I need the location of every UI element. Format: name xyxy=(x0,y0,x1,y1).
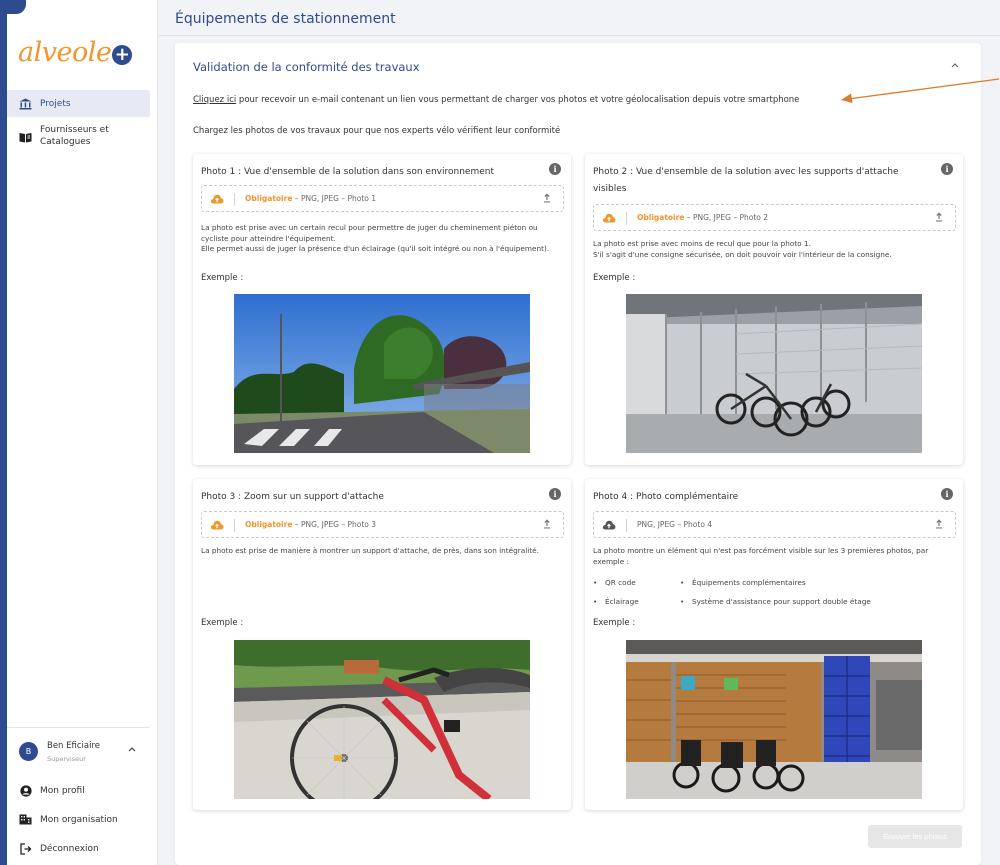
profile-link-label: Mon profil xyxy=(40,785,85,796)
cloud-upload-icon xyxy=(210,520,224,532)
separator xyxy=(626,519,627,532)
top-bar: Équipements de stationnement xyxy=(158,0,1000,36)
sidebar-item-label: Fournisseurs et Catalogues xyxy=(40,125,109,147)
required-label: Obligatoire xyxy=(245,520,293,529)
sidebar-item-projets[interactable]: Projets xyxy=(7,90,150,117)
email-instruction: Cliquez ici pour recevoir un e-mail cont… xyxy=(193,95,799,105)
separator xyxy=(234,193,235,206)
required-label: Obligatoire xyxy=(637,213,685,222)
info-icon[interactable]: i xyxy=(941,488,953,500)
annotation-arrow-icon xyxy=(840,78,1000,108)
organisation-link-label: Mon organisation xyxy=(40,814,118,825)
user-menu[interactable]: B Ben Eficiaire Superviseur xyxy=(7,727,150,773)
cloud-upload-icon xyxy=(210,194,224,206)
photo-2-upload[interactable]: Obligatoire – PNG, JPEG – Photo 2 xyxy=(593,204,956,231)
photo-3-upload[interactable]: Obligatoire – PNG, JPEG – Photo 3 xyxy=(201,511,564,538)
book-icon xyxy=(18,130,32,144)
info-icon[interactable]: i xyxy=(941,163,953,175)
list-item: QR code xyxy=(593,578,636,587)
upload-arrow-icon xyxy=(543,519,551,531)
user-name: Ben Eficiaire xyxy=(47,741,101,751)
sidebar-item-label: Projets xyxy=(40,98,71,109)
sidebar-edge xyxy=(0,0,7,865)
example-photo xyxy=(626,294,922,453)
formats-label: – PNG, JPEG – Photo 3 xyxy=(292,520,377,529)
card-title: Photo 3 : Zoom sur un support d'attache xyxy=(201,492,384,502)
app-logo[interactable]: alveole + xyxy=(18,37,133,68)
formats-label: PNG, JPEG – Photo 4 xyxy=(637,520,713,529)
cloud-upload-icon xyxy=(602,520,616,532)
sidebar-corner xyxy=(0,0,26,14)
avatar: B xyxy=(19,742,38,761)
sidebar-item-fournisseurs[interactable]: Fournisseurs et Catalogues xyxy=(7,124,150,156)
photo-card-3: Photo 3 : Zoom sur un support d'attache … xyxy=(193,479,571,810)
list-item: Équipements complémentaires xyxy=(680,578,806,587)
panel-title: Validation de la conformité des travaux xyxy=(193,60,420,74)
card-description: La photo est prise avec un certain recul… xyxy=(201,223,550,253)
email-instruction-text: pour recevoir un e-mail contenant un lie… xyxy=(236,95,800,105)
upload-text: Obligatoire – PNG, JPEG – Photo 3 xyxy=(245,520,376,529)
email-link[interactable]: Cliquez ici xyxy=(193,95,236,105)
card-description: La photo est prise avec moins de recul q… xyxy=(593,239,892,259)
upload-text: PNG, JPEG – Photo 4 xyxy=(637,520,712,529)
upload-instruction: Chargez les photos de vos travaux pour q… xyxy=(193,126,561,136)
info-icon[interactable]: i xyxy=(549,488,561,500)
photo-4-upload[interactable]: PNG, JPEG – Photo 4 xyxy=(593,511,956,538)
info-icon[interactable]: i xyxy=(549,163,561,175)
required-label: Obligatoire xyxy=(245,194,293,203)
example-photo xyxy=(234,640,530,799)
logo-plus-icon: + xyxy=(112,44,133,65)
example-label: Exemple : xyxy=(201,618,244,628)
photo-card-2: Photo 2 : Vue d'ensemble de la solution … xyxy=(585,154,963,465)
example-label: Exemple : xyxy=(593,618,636,628)
building-icon xyxy=(19,813,32,826)
upload-arrow-icon xyxy=(543,193,551,205)
upload-arrow-icon xyxy=(935,519,943,531)
example-photo xyxy=(626,640,922,799)
page-title: Équipements de stationnement xyxy=(175,11,396,27)
formats-label: – PNG, JPEG – Photo 2 xyxy=(684,213,769,222)
card-description: La photo montre un élément qui n'est pas… xyxy=(593,546,929,566)
send-photos-button[interactable]: Envoyer les photos xyxy=(868,825,962,848)
example-label: Exemple : xyxy=(593,273,636,283)
organisation-link[interactable]: Mon organisation xyxy=(19,813,118,826)
chevron-up-icon[interactable] xyxy=(951,61,959,71)
profile-link[interactable]: Mon profil xyxy=(19,784,85,797)
example-photo xyxy=(234,294,530,453)
logout-icon xyxy=(19,842,32,855)
logout-link[interactable]: Déconnexion xyxy=(19,842,99,855)
separator xyxy=(626,212,627,225)
formats-label: – PNG, JPEG – Photo 1 xyxy=(292,194,377,203)
card-title: Photo 4 : Photo complémentaire xyxy=(593,492,739,502)
upload-text: Obligatoire – PNG, JPEG – Photo 2 xyxy=(637,213,768,222)
user-icon xyxy=(19,784,32,797)
list-item: Éclairage xyxy=(593,597,639,606)
chevron-up-icon[interactable] xyxy=(128,745,136,755)
separator xyxy=(234,519,235,532)
logo-text: alveole xyxy=(18,37,112,68)
card-title: Photo 2 : Vue d'ensemble de la solution … xyxy=(593,167,899,194)
card-title: Photo 1 : Vue d'ensemble de la solution … xyxy=(201,167,494,177)
logout-link-label: Déconnexion xyxy=(40,843,99,854)
example-label: Exemple : xyxy=(201,273,244,283)
upload-text: Obligatoire – PNG, JPEG – Photo 1 xyxy=(245,194,376,203)
upload-arrow-icon xyxy=(935,212,943,224)
photo-1-upload[interactable]: Obligatoire – PNG, JPEG – Photo 1 xyxy=(201,185,564,212)
card-description: La photo est prise de manière à montrer … xyxy=(201,546,539,555)
list-item: Système d'assistance pour support double… xyxy=(680,597,871,606)
sidebar: alveole + Projets Fournisseurs et Catalo… xyxy=(0,0,158,865)
photo-card-4: Photo 4 : Photo complémentaire i PNG, JP… xyxy=(585,479,963,810)
temple-icon xyxy=(18,97,32,111)
cloud-upload-icon xyxy=(602,213,616,225)
user-role: Superviseur xyxy=(47,755,86,763)
photo-card-1: Photo 1 : Vue d'ensemble de la solution … xyxy=(193,154,571,465)
